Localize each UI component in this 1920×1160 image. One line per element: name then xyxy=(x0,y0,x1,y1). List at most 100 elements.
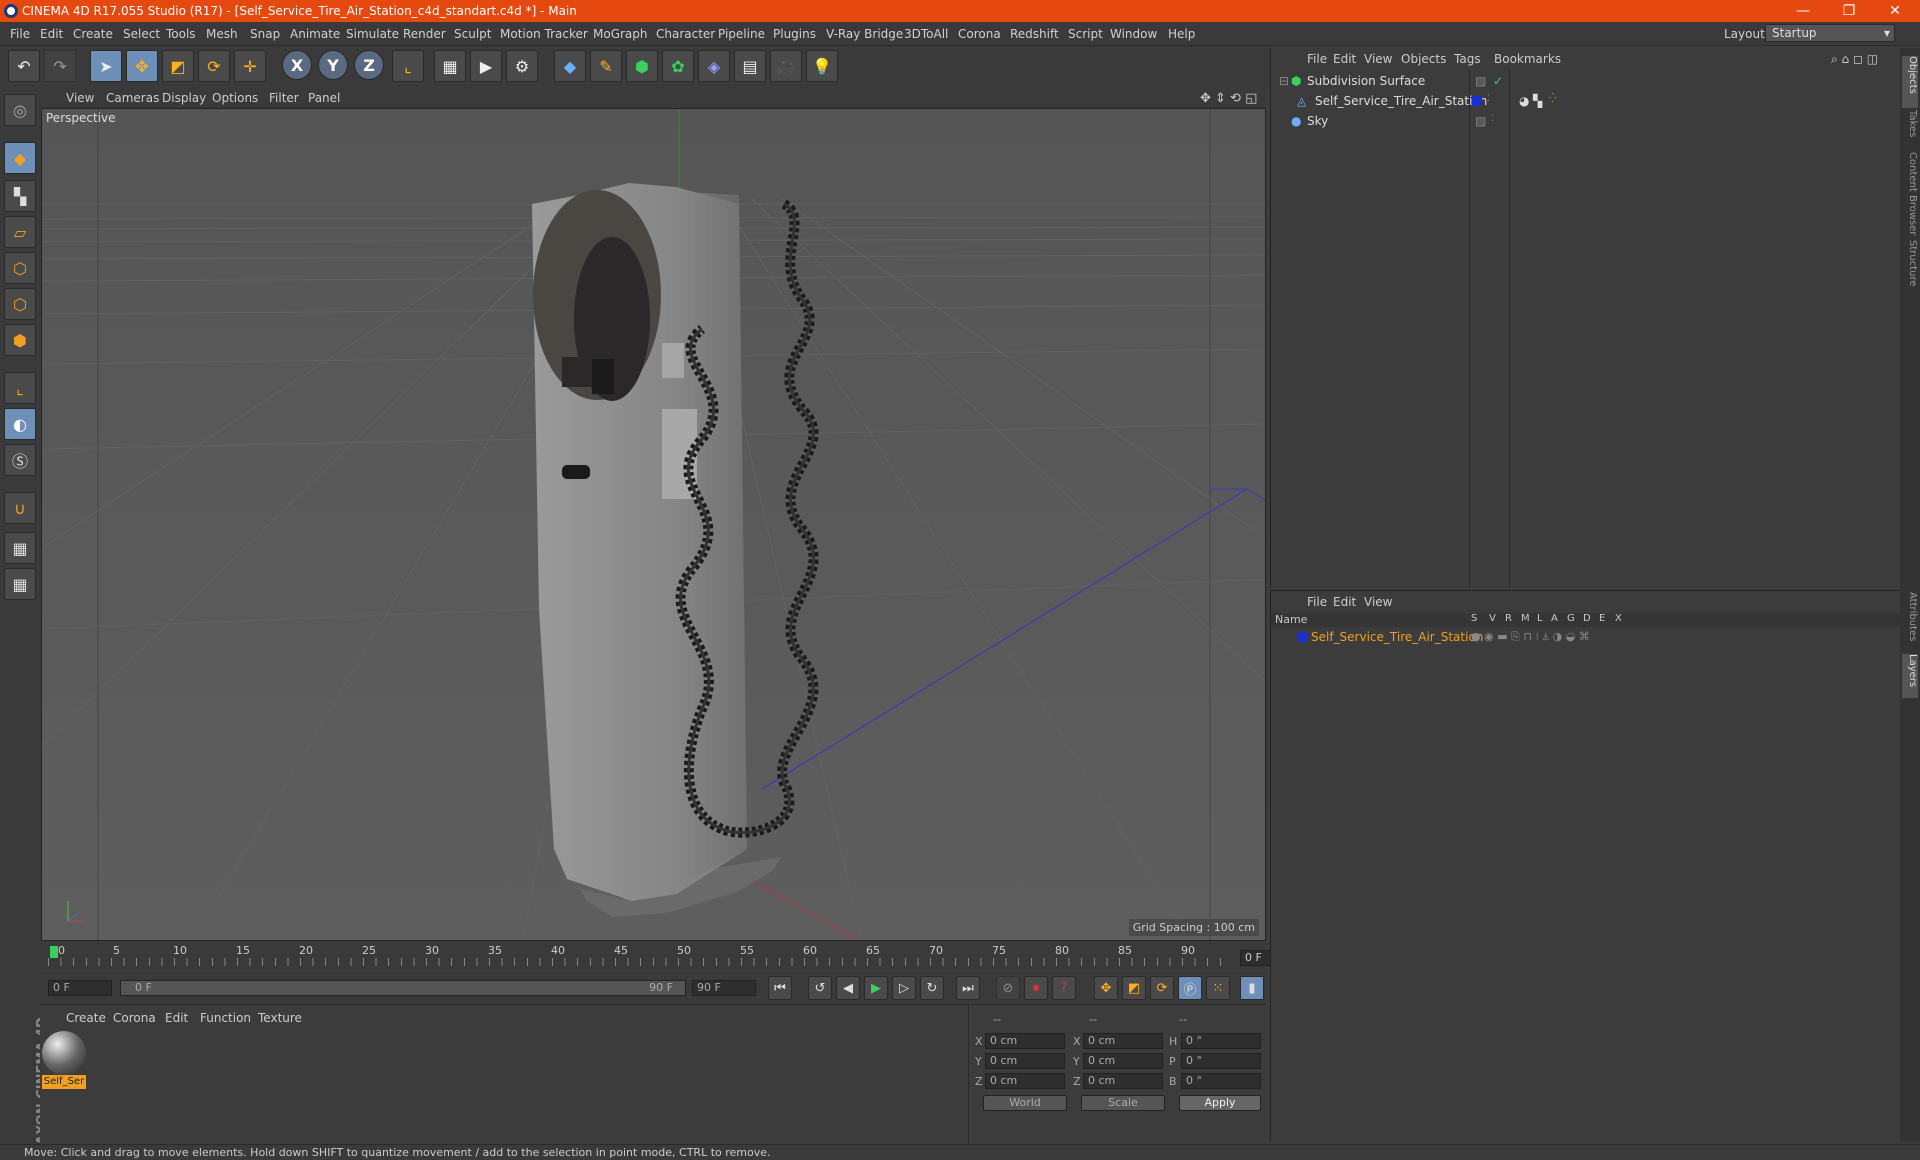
object-name[interactable]: Subdivision Surface xyxy=(1307,74,1425,88)
viewport-menu-panel[interactable]: Panel xyxy=(308,91,340,105)
next-key-button[interactable]: ↻ xyxy=(920,976,944,1000)
layer-col-header[interactable]: G xyxy=(1567,613,1575,624)
menu-corona[interactable]: Corona xyxy=(958,27,1001,41)
menu-script[interactable]: Script xyxy=(1068,27,1103,41)
axis-mode-button[interactable]: ⌞ xyxy=(4,372,36,404)
menu-snap[interactable]: Snap xyxy=(250,27,280,41)
menu-create[interactable]: Create xyxy=(73,27,113,41)
menu-motion-tracker[interactable]: Motion Tracker xyxy=(500,27,588,41)
menu-help[interactable]: Help xyxy=(1168,27,1195,41)
viewport-menu-options[interactable]: Options xyxy=(212,91,258,105)
position-x-field[interactable]: 0 cm xyxy=(985,1033,1065,1049)
scale-tool-button[interactable]: ◩ xyxy=(162,50,194,82)
magnet-button[interactable]: ∪ xyxy=(4,492,36,524)
layer-col-header[interactable]: A xyxy=(1551,613,1558,624)
autokey-button[interactable]: ⏺ xyxy=(1024,976,1048,1000)
record-keys-button[interactable]: ⊘ xyxy=(996,976,1020,1000)
layer-name-header[interactable]: Name xyxy=(1275,613,1307,626)
layer-color-swatch[interactable] xyxy=(1472,96,1482,106)
menu-pipeline[interactable]: Pipeline xyxy=(718,27,765,41)
close-button[interactable]: ✕ xyxy=(1872,0,1918,22)
layer-col-header[interactable]: M xyxy=(1521,613,1530,624)
layer-row[interactable]: Self_Service_Tire_Air_Station ● ◉ ▬ ⎘ ⊓ … xyxy=(1271,629,1901,647)
layer-col-header[interactable]: L xyxy=(1537,613,1543,624)
menu-sculpt[interactable]: Sculpt xyxy=(454,27,491,41)
menu-plugins[interactable]: Plugins xyxy=(773,27,816,41)
light-button[interactable]: 💡 xyxy=(806,50,838,82)
key-scale-button[interactable]: ◩ xyxy=(1122,976,1146,1000)
keyframe-selection-button[interactable]: ? xyxy=(1052,976,1076,1000)
visibility-dots-icon[interactable]: ⁚ xyxy=(1491,114,1494,124)
edges-mode-button[interactable]: ⬡ xyxy=(4,288,36,320)
layers-menu-edit[interactable]: Edit xyxy=(1333,595,1356,609)
layer-name[interactable]: Self_Service_Tire_Air_Station xyxy=(1311,630,1483,644)
deformer-button[interactable]: ◈ xyxy=(698,50,730,82)
object-name[interactable]: Self_Service_Tire_Air_Station xyxy=(1315,94,1487,108)
viewport-menu-cameras[interactable]: Cameras xyxy=(106,91,159,105)
subdivision-button[interactable]: ⬢ xyxy=(626,50,658,82)
objects-menu-view[interactable]: View xyxy=(1364,52,1392,66)
size-mode-select[interactable]: Scale xyxy=(1081,1095,1165,1111)
y-axis-button[interactable]: Y xyxy=(318,50,348,80)
size-x-field[interactable]: 0 cm xyxy=(1083,1033,1163,1049)
menu-window[interactable]: Window xyxy=(1110,27,1157,41)
tag-dots-icon[interactable]: ⁛ xyxy=(1549,94,1556,104)
workplane-button[interactable]: ▱ xyxy=(4,216,36,248)
menu-tools[interactable]: Tools xyxy=(166,27,196,41)
cube-button[interactable]: ◆ xyxy=(554,50,586,82)
layer-color-swatch[interactable] xyxy=(1297,632,1307,642)
rotate-tool-button[interactable]: ⟳ xyxy=(198,50,230,82)
layer-col-header[interactable]: D xyxy=(1583,613,1591,624)
material-menu-create[interactable]: Create xyxy=(66,1011,106,1025)
material-menu-corona[interactable]: Corona xyxy=(113,1011,156,1025)
menu-animate[interactable]: Animate xyxy=(290,27,340,41)
apply-button[interactable]: Apply xyxy=(1179,1095,1261,1111)
timeline-ruler[interactable]: 0 5 10 15 20 25 30 35 40 45 50 55 60 65 … xyxy=(40,942,1300,970)
tweak-mode-button[interactable]: ◐ xyxy=(4,408,36,440)
material-thumbnail[interactable] xyxy=(42,1031,86,1075)
menu-redshift[interactable]: Redshift xyxy=(1010,27,1059,41)
tab-takes[interactable]: Takes xyxy=(1902,110,1918,150)
layer-toggle-icon[interactable]: ▨ xyxy=(1475,114,1486,128)
previous-key-button[interactable]: ↺ xyxy=(808,976,832,1000)
object-row-subdivision[interactable]: ⊟ ⬢ Subdivision Surface ▨ ✓ xyxy=(1271,72,1901,90)
layers-menu-view[interactable]: View xyxy=(1364,595,1392,609)
go-to-end-button[interactable]: ⏭ xyxy=(956,976,980,1000)
menu-3dtoall[interactable]: 3DToAll xyxy=(904,27,948,41)
menu-render[interactable]: Render xyxy=(403,27,446,41)
go-to-start-button[interactable]: ⏮ xyxy=(768,976,792,1000)
z-axis-button[interactable]: Z xyxy=(354,50,384,80)
material-menu-edit[interactable]: Edit xyxy=(165,1011,188,1025)
x-axis-button[interactable]: X xyxy=(282,50,312,80)
menu-mesh[interactable]: Mesh xyxy=(206,27,238,41)
planar-workplane-button[interactable]: ▦ xyxy=(4,568,36,600)
tab-content-browser[interactable]: Content Browser xyxy=(1902,152,1918,238)
cloner-button[interactable]: ✿ xyxy=(662,50,694,82)
material-tag-icon[interactable]: ◕ xyxy=(1519,94,1529,108)
visibility-dots-icon[interactable]: ⁚ xyxy=(1487,94,1490,104)
viewport-navigate-icons[interactable]: ✥ ⇕ ⟲ ◱ xyxy=(1200,91,1257,106)
tab-attributes[interactable]: Attributes xyxy=(1902,592,1918,652)
collapse-icon[interactable]: ⊟ xyxy=(1279,74,1289,88)
timeline-window-button[interactable]: ▮ xyxy=(1240,976,1264,1000)
perspective-viewport[interactable]: Perspective Grid Spacing : 100 cm xyxy=(41,108,1266,941)
camera-button[interactable]: 🎥 xyxy=(770,50,802,82)
polygons-mode-button[interactable]: ⬢ xyxy=(4,324,36,356)
end-frame-field[interactable]: 90 F xyxy=(692,980,756,996)
tab-objects[interactable]: Objects xyxy=(1902,56,1918,108)
transform-tool-button[interactable]: ✛ xyxy=(234,50,266,82)
layer-col-header[interactable]: E xyxy=(1599,613,1605,624)
redo-button[interactable]: ↷ xyxy=(44,50,76,82)
material-name[interactable]: Self_Ser xyxy=(42,1075,86,1089)
objects-menu-edit[interactable]: Edit xyxy=(1333,52,1356,66)
frame-range-slider[interactable]: 0 F 90 F xyxy=(120,980,686,996)
undo-button[interactable]: ↶ xyxy=(8,50,40,82)
objects-menu-tags[interactable]: Tags xyxy=(1454,52,1481,66)
object-row-sky[interactable]: ● Sky ▨ ⁚ xyxy=(1271,112,1901,130)
points-mode-button[interactable]: ⬡ xyxy=(4,252,36,284)
render-picture-viewer-button[interactable]: ▶ xyxy=(470,50,502,82)
floor-button[interactable]: ▤ xyxy=(734,50,766,82)
viewport-menu-filter[interactable]: Filter xyxy=(269,91,299,105)
viewport-menu-display[interactable]: Display xyxy=(162,91,206,105)
coordinate-system-button[interactable]: ⌞ xyxy=(392,50,424,82)
